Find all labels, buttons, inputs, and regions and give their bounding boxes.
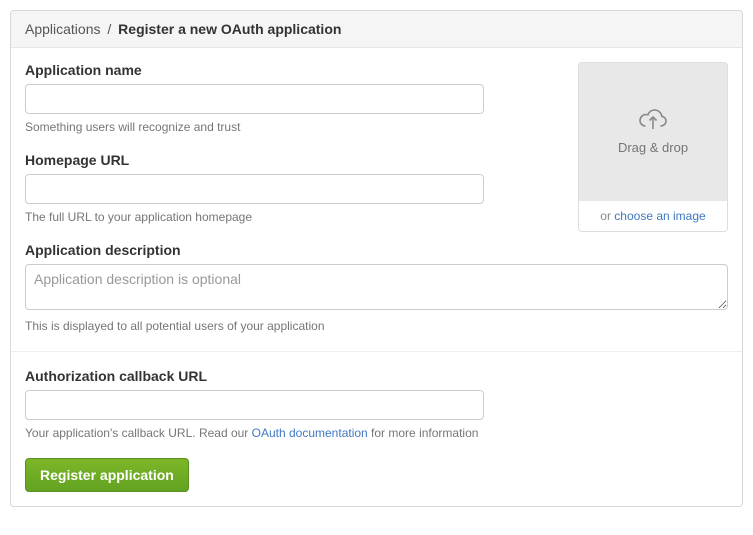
panel-body: Application name Something users will re…	[11, 48, 742, 506]
choose-image-link[interactable]: choose an image	[614, 209, 705, 223]
label-callback-url: Authorization callback URL	[25, 368, 728, 384]
field-callback-url: Authorization callback URL Your applicat…	[25, 368, 728, 440]
oauth-documentation-link[interactable]: OAuth documentation	[252, 426, 368, 440]
hint-callback-prefix: Your application's callback URL. Read ou…	[25, 426, 252, 440]
hint-homepage-url: The full URL to your application homepag…	[25, 210, 560, 224]
label-homepage-url: Homepage URL	[25, 152, 560, 168]
breadcrumb-current: Register a new OAuth application	[118, 21, 341, 37]
label-application-name: Application name	[25, 62, 560, 78]
image-uploader: Drag & drop or choose an image	[578, 62, 728, 232]
breadcrumb-parent[interactable]: Applications	[25, 21, 101, 37]
drop-text: Drag & drop	[618, 140, 688, 155]
cloud-upload-icon	[638, 109, 668, 134]
choose-image-row: or choose an image	[579, 201, 727, 231]
field-description: Application description This is displaye…	[25, 242, 728, 333]
hint-callback-suffix: for more information	[368, 426, 479, 440]
field-homepage-url: Homepage URL The full URL to your applic…	[25, 152, 560, 224]
or-text: or	[600, 209, 614, 223]
register-application-button[interactable]: Register application	[25, 458, 189, 492]
input-callback-url[interactable]	[25, 390, 484, 420]
field-application-name: Application name Something users will re…	[25, 62, 560, 134]
breadcrumb-separator: /	[104, 21, 114, 37]
input-application-name[interactable]	[25, 84, 484, 114]
top-row: Application name Something users will re…	[25, 62, 728, 242]
drop-area[interactable]: Drag & drop	[579, 63, 727, 201]
breadcrumb: Applications / Register a new OAuth appl…	[11, 11, 742, 48]
label-description: Application description	[25, 242, 728, 258]
hint-callback-url: Your application's callback URL. Read ou…	[25, 426, 728, 440]
textarea-description[interactable]	[25, 264, 728, 310]
hint-description: This is displayed to all potential users…	[25, 319, 728, 333]
section-divider	[11, 351, 742, 352]
hint-application-name: Something users will recognize and trust	[25, 120, 560, 134]
oauth-register-panel: Applications / Register a new OAuth appl…	[10, 10, 743, 507]
left-column: Application name Something users will re…	[25, 62, 560, 242]
input-homepage-url[interactable]	[25, 174, 484, 204]
